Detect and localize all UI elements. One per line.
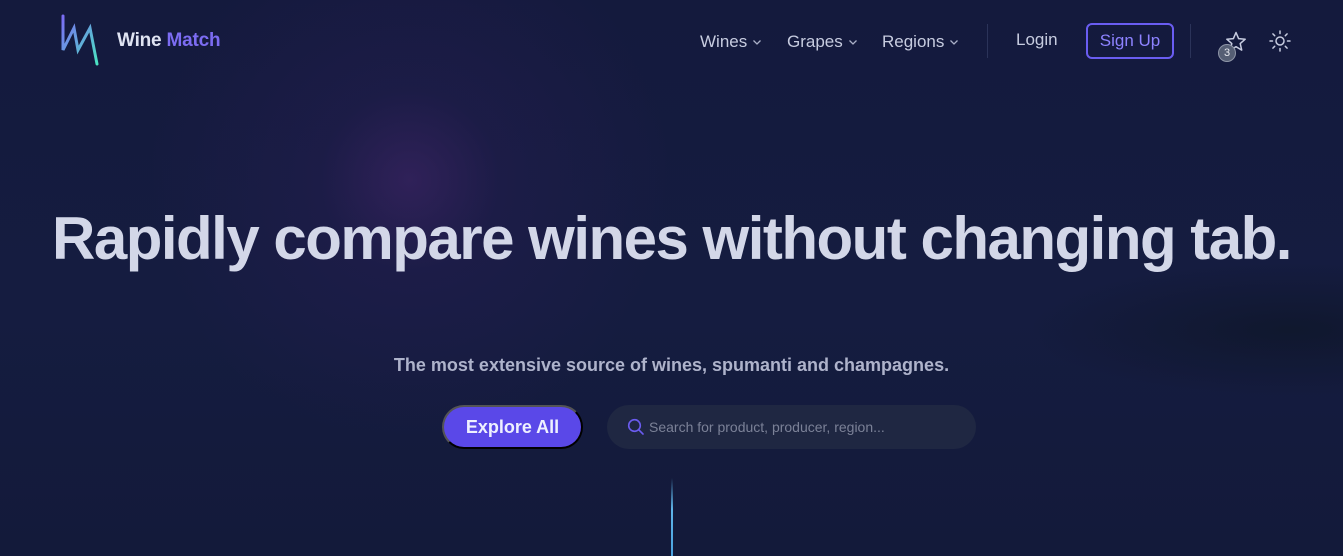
chevron-down-icon — [950, 40, 959, 45]
chevron-down-icon — [753, 40, 762, 45]
explore-all-button[interactable]: Explore All — [442, 405, 583, 449]
hero-title: Rapidly compare wines without changing t… — [52, 205, 1292, 272]
search-bar[interactable] — [607, 405, 976, 449]
hero-subtitle: The most extensive source of wines, spum… — [393, 355, 950, 375]
search-input[interactable] — [649, 412, 969, 442]
brand-name-part1: Wine — [117, 30, 162, 51]
search-icon — [627, 418, 644, 435]
nav-divider — [1190, 24, 1191, 58]
nav-item-regions[interactable]: Regions — [882, 30, 959, 54]
brand-name-part2: Match — [166, 30, 221, 51]
sun-icon[interactable] — [1268, 29, 1292, 53]
signup-button[interactable]: Sign Up — [1086, 23, 1174, 59]
brand-name[interactable]: Wine Match — [117, 30, 221, 52]
favorites-count-badge: 3 — [1218, 44, 1236, 62]
wine-match-logo-icon[interactable] — [60, 14, 102, 66]
nav-item-grapes[interactable]: Grapes — [787, 30, 858, 54]
nav-divider — [987, 24, 988, 58]
nav-item-label: Wines — [700, 32, 748, 51]
page: Wine Match Wines Grapes Regions Login Si… — [0, 0, 1343, 556]
nav-item-label: Regions — [882, 32, 945, 51]
nav-item-label: Grapes — [787, 32, 843, 51]
decorative-divider-line — [671, 478, 673, 556]
chevron-down-icon — [848, 40, 857, 45]
nav-item-wines[interactable]: Wines — [700, 30, 762, 54]
login-link[interactable]: Login — [1016, 30, 1058, 50]
top-navigation-bar: Wine Match Wines Grapes Regions Login Si… — [0, 0, 1343, 82]
